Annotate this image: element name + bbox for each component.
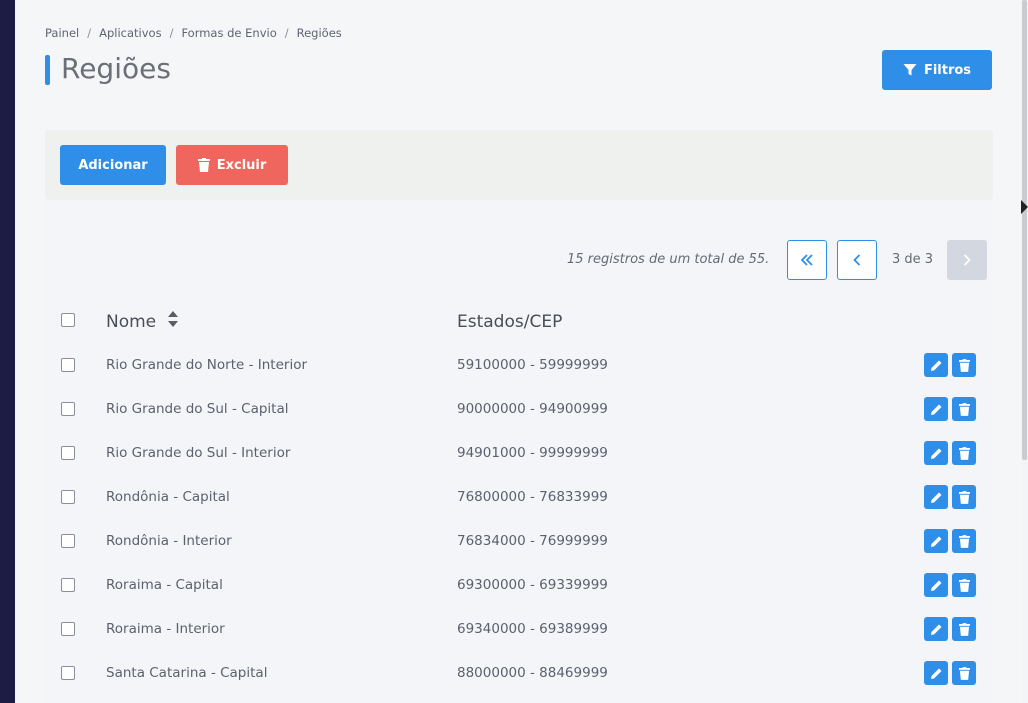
column-header-nome[interactable]: Nome	[106, 312, 156, 332]
row-estados-cep: 88000000 - 88469999	[457, 665, 608, 681]
row-nome: Rondônia - Capital	[106, 489, 230, 505]
pencil-icon	[930, 580, 941, 591]
row-estados-cep: 76834000 - 76999999	[457, 533, 608, 549]
pencil-icon	[930, 668, 941, 679]
page-title: Regiões	[61, 52, 171, 85]
trash-icon	[958, 402, 970, 416]
delete-row-button[interactable]	[952, 661, 976, 685]
trash-icon	[958, 490, 970, 504]
trash-icon	[958, 358, 970, 372]
breadcrumb-separator: /	[87, 26, 92, 40]
first-page-button[interactable]	[787, 240, 827, 280]
next-page-button[interactable]	[947, 240, 987, 280]
trash-icon	[197, 158, 210, 172]
trash-icon	[958, 578, 970, 592]
row-nome: Roraima - Interior	[106, 621, 225, 637]
pencil-icon	[930, 360, 941, 371]
sidebar-edge	[0, 0, 15, 703]
breadcrumb: Painel / Aplicativos / Formas de Envio /…	[45, 26, 342, 40]
row-checkbox[interactable]	[61, 534, 75, 548]
row-checkbox[interactable]	[61, 666, 75, 680]
delete-row-button[interactable]	[952, 397, 976, 421]
row-estados-cep: 90000000 - 94900999	[457, 401, 608, 417]
edit-row-button[interactable]	[924, 661, 948, 685]
row-nome: Rio Grande do Norte - Interior	[106, 357, 308, 373]
row-checkbox[interactable]	[61, 490, 75, 504]
records-count: 15 registros de um total de 55.	[567, 252, 770, 267]
pencil-icon	[930, 536, 941, 547]
row-estados-cep: 94901000 - 99999999	[457, 445, 608, 461]
pencil-icon	[930, 492, 941, 503]
scrollbar-thumb[interactable]	[1022, 0, 1027, 460]
delete-button-label: Excluir	[216, 157, 267, 173]
row-estados-cep: 59100000 - 59999999	[457, 357, 608, 373]
edit-row-button[interactable]	[924, 617, 948, 641]
edit-row-button[interactable]	[924, 441, 948, 465]
select-all-checkbox[interactable]	[61, 313, 75, 327]
edit-row-button[interactable]	[924, 529, 948, 553]
row-checkbox[interactable]	[61, 358, 75, 372]
breadcrumb-separator: /	[169, 26, 174, 40]
delete-row-button[interactable]	[952, 353, 976, 377]
pencil-icon	[930, 404, 941, 415]
row-estados-cep: 69340000 - 69389999	[457, 621, 608, 637]
delete-row-button[interactable]	[952, 617, 976, 641]
delete-row-button[interactable]	[952, 441, 976, 465]
breadcrumb-item-aplicativos[interactable]: Aplicativos	[99, 26, 161, 40]
breadcrumb-item-formas-de-envio[interactable]: Formas de Envio	[181, 26, 276, 40]
previous-page-button[interactable]	[837, 240, 877, 280]
pencil-icon	[930, 448, 941, 459]
trash-icon	[958, 534, 970, 548]
title-accent-bar	[45, 55, 50, 85]
page-indicator: 3 de 3	[892, 252, 934, 267]
delete-row-button[interactable]	[952, 529, 976, 553]
breadcrumb-separator: /	[284, 26, 289, 40]
sort-icon[interactable]	[168, 311, 178, 327]
filters-button-label: Filtros	[923, 62, 972, 78]
filter-icon	[903, 64, 917, 76]
delete-button[interactable]: Excluir	[176, 145, 288, 185]
edit-row-button[interactable]	[924, 397, 948, 421]
edit-row-button[interactable]	[924, 485, 948, 509]
row-checkbox[interactable]	[61, 402, 75, 416]
row-nome: Rio Grande do Sul - Capital	[106, 401, 289, 417]
add-button[interactable]: Adicionar	[60, 145, 166, 185]
trash-icon	[958, 622, 970, 636]
edit-row-button[interactable]	[924, 353, 948, 377]
chevron-right-icon	[963, 254, 971, 266]
chevron-left-icon	[853, 254, 861, 266]
main-content: Painel / Aplicativos / Formas de Envio /…	[15, 0, 1021, 703]
filters-button[interactable]: Filtros	[882, 50, 992, 90]
row-checkbox[interactable]	[61, 622, 75, 636]
row-nome: Santa Catarina - Capital	[106, 665, 268, 681]
edit-row-button[interactable]	[924, 573, 948, 597]
row-checkbox[interactable]	[61, 446, 75, 460]
row-nome: Roraima - Capital	[106, 577, 223, 593]
breadcrumb-item-regioes: Regiões	[296, 26, 342, 40]
trash-icon	[958, 446, 970, 460]
pencil-icon	[930, 624, 941, 635]
row-estados-cep: 69300000 - 69339999	[457, 577, 608, 593]
delete-row-button[interactable]	[952, 485, 976, 509]
row-nome: Rio Grande do Sul - Interior	[106, 445, 291, 461]
double-chevron-left-icon	[800, 254, 813, 266]
row-nome: Rondônia - Interior	[106, 533, 232, 549]
row-checkbox[interactable]	[61, 578, 75, 592]
trash-icon	[958, 666, 970, 680]
row-estados-cep: 76800000 - 76833999	[457, 489, 608, 505]
column-header-estados-cep: Estados/CEP	[457, 312, 563, 332]
mouse-cursor	[1021, 200, 1028, 214]
delete-row-button[interactable]	[952, 573, 976, 597]
breadcrumb-item-painel[interactable]: Painel	[45, 26, 79, 40]
